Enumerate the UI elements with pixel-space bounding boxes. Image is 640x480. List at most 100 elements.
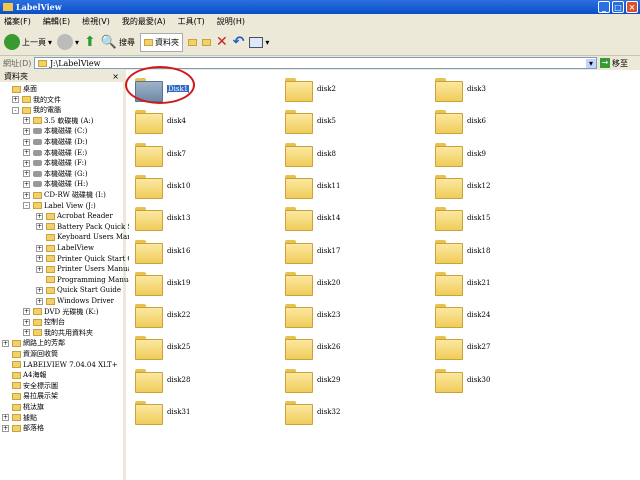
expand-icon[interactable]: + (36, 286, 43, 294)
expand-icon[interactable]: + (36, 265, 43, 273)
expand-icon[interactable]: + (36, 255, 43, 263)
folder-item[interactable]: disk16 (135, 239, 190, 264)
expand-icon[interactable]: + (23, 308, 30, 316)
tree-item[interactable]: 桃汰旗 (12, 402, 44, 412)
tree-item[interactable]: 易拉展示架 (12, 391, 58, 401)
tree-item[interactable]: - 我的電腦 (12, 105, 61, 115)
folder-item[interactable]: disk19 (135, 271, 190, 296)
tree-item[interactable]: A4海報 (12, 370, 47, 380)
folder-item[interactable]: disk18 (435, 239, 490, 264)
folder-item[interactable]: disk31 (135, 401, 190, 425)
tree-item[interactable]: + Acrobat Reader (36, 211, 113, 221)
folder-pane-close[interactable]: × (112, 72, 119, 81)
tree-item[interactable]: + Windows Driver (36, 296, 114, 306)
expand-icon[interactable]: + (36, 223, 43, 231)
tree-item[interactable]: + 本機磁碟 (C:) (23, 126, 87, 136)
tree-item[interactable]: + 本機磁碟 (G:) (23, 169, 88, 179)
folder-item[interactable]: disk3 (435, 78, 486, 102)
folder-item[interactable]: disk26 (285, 336, 340, 361)
folder-item[interactable]: disk20 (285, 271, 340, 296)
folder-item[interactable]: disk7 (135, 142, 186, 167)
delete-button[interactable]: ✕ (216, 34, 228, 50)
up-folder-button[interactable]: ⬆ (84, 34, 96, 50)
expand-icon[interactable]: + (23, 117, 30, 125)
tree-item[interactable]: Programming Manual (46, 275, 135, 285)
maximize-button[interactable]: □ (612, 1, 624, 13)
tree-item[interactable]: + 本機磁碟 (E:) (23, 148, 87, 158)
folder-item[interactable]: disk5 (285, 110, 336, 135)
expand-icon[interactable]: + (2, 339, 9, 347)
expand-icon[interactable]: + (23, 170, 30, 178)
tree-item[interactable]: + DVD 光碟機 (K:) (23, 307, 99, 317)
menu-favorites[interactable]: 我的最愛(A) (122, 16, 166, 27)
tree-item[interactable]: - Label View (J:) (23, 201, 96, 211)
address-input[interactable]: J:\LabelView ▾ (34, 57, 597, 69)
tree-item[interactable]: + 本機磁碟 (F:) (23, 158, 87, 168)
expand-icon[interactable]: + (2, 424, 9, 432)
folder-item[interactable]: disk15 (435, 207, 490, 232)
expand-icon[interactable]: + (23, 149, 30, 157)
views-button[interactable]: ▾ (249, 36, 269, 48)
expand-icon[interactable]: + (36, 212, 43, 220)
copy-to-button[interactable] (201, 38, 211, 46)
folder-item[interactable]: disk21 (435, 271, 490, 296)
menu-file[interactable]: 檔案(F) (4, 16, 31, 27)
folder-item[interactable]: disk24 (435, 304, 490, 329)
minimize-button[interactable]: _ (598, 1, 610, 13)
folder-item[interactable]: disk13 (135, 207, 190, 232)
move-to-button[interactable] (187, 38, 197, 46)
tree-item[interactable]: + CD-RW 磁碟機 (I:) (23, 190, 106, 200)
folder-item[interactable]: disk14 (285, 207, 340, 232)
folder-item[interactable]: disk6 (435, 110, 486, 135)
folder-item[interactable]: disk10 (135, 174, 190, 199)
folder-item[interactable]: disk30 (435, 368, 490, 393)
tree-item[interactable]: + 本機磁碟 (H:) (23, 179, 88, 189)
folder-item[interactable]: disk22 (135, 304, 190, 329)
collapse-icon[interactable]: - (12, 106, 19, 114)
tree-item[interactable]: + 網路上的芳鄰 (2, 338, 65, 348)
menu-view[interactable]: 檢視(V) (82, 16, 110, 27)
menu-help[interactable]: 說明(H) (217, 16, 245, 27)
expand-icon[interactable]: + (23, 138, 30, 146)
tree-item[interactable]: 安全標示圖 (12, 381, 58, 391)
search-button[interactable]: 🔍 搜尋 (101, 35, 135, 50)
folder-item[interactable]: disk11 (285, 174, 340, 199)
expand-icon[interactable]: + (23, 159, 30, 167)
back-button[interactable]: 上一頁 ▾ (4, 34, 52, 50)
menu-edit[interactable]: 編輯(E) (43, 16, 70, 27)
tree-item[interactable]: + LabelView (36, 243, 94, 253)
folder-item[interactable]: disk12 (435, 174, 490, 199)
expand-icon[interactable]: + (12, 96, 19, 104)
folder-item[interactable]: disk23 (285, 304, 340, 329)
menu-tools[interactable]: 工具(T) (178, 16, 205, 27)
tree-item[interactable]: + Quick Start Guide (36, 285, 121, 295)
folder-item[interactable]: disk25 (135, 336, 190, 361)
expand-icon[interactable]: + (36, 297, 43, 305)
expand-icon[interactable]: + (23, 329, 30, 337)
tree-item[interactable]: + Printer Users Manual (36, 264, 134, 274)
expand-icon[interactable]: + (2, 414, 9, 422)
folder-item[interactable]: disk17 (285, 239, 340, 264)
tree-item[interactable]: 桌面 (12, 84, 37, 94)
expand-icon[interactable]: + (23, 191, 30, 199)
folder-item[interactable]: disk9 (435, 142, 486, 167)
tree-item[interactable]: + 我的文件 (12, 95, 61, 105)
close-button[interactable]: × (626, 1, 638, 13)
expand-icon[interactable]: + (36, 244, 43, 252)
tree-item[interactable]: LABELVIEW 7.04.04 XLT+ (12, 360, 118, 370)
collapse-icon[interactable]: - (23, 202, 30, 210)
folder-item[interactable]: disk2 (285, 78, 336, 102)
folder-item[interactable]: disk32 (285, 401, 340, 425)
expand-icon[interactable]: + (23, 127, 30, 135)
tree-item[interactable]: + 部落格 (2, 423, 44, 433)
folder-item[interactable]: disk27 (435, 336, 490, 361)
folder-item[interactable]: disk4 (135, 110, 186, 135)
folder-item[interactable]: disk8 (285, 142, 336, 167)
tree-item[interactable]: + 控制台 (23, 317, 65, 327)
folders-button[interactable]: 資料夾 (139, 32, 183, 52)
tree-item[interactable]: + 我的共用資料夾 (23, 328, 93, 338)
address-dropdown[interactable]: ▾ (586, 58, 596, 68)
tree-item[interactable]: + 據點 (2, 413, 37, 423)
undo-button[interactable]: ↶ (233, 34, 245, 50)
forward-button[interactable]: ▾ (57, 34, 79, 50)
